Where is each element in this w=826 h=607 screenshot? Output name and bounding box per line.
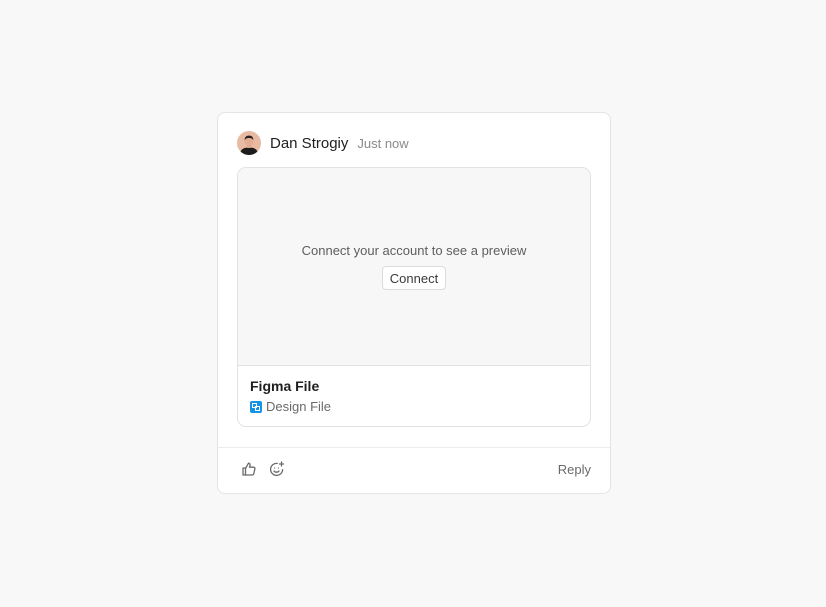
file-embed[interactable]: Connect your account to see a preview Co… [237,167,591,427]
design-file-icon [250,400,262,413]
thumbs-up-icon [242,462,256,476]
comment-card: Dan Strogiy Just now Connect your accoun… [217,112,611,494]
comment-header: Dan Strogiy Just now [237,130,409,156]
comment-footer: Reply [218,448,610,493]
avatar[interactable] [237,131,261,155]
file-type: Design File [250,399,331,414]
add-reaction-button[interactable] [267,459,287,479]
add-reaction-icon [269,461,285,477]
connect-button[interactable]: Connect [382,266,446,290]
file-type-label: Design File [266,399,332,414]
file-title: Figma File [250,378,320,394]
preview-message: Connect your account to see a preview [301,243,527,258]
embed-preview: Connect your account to see a preview Co… [238,168,590,366]
like-button[interactable] [239,459,259,479]
author-name[interactable]: Dan Strogiy [270,135,348,152]
comment-timestamp: Just now [357,135,409,151]
reply-button[interactable]: Reply [558,462,591,477]
